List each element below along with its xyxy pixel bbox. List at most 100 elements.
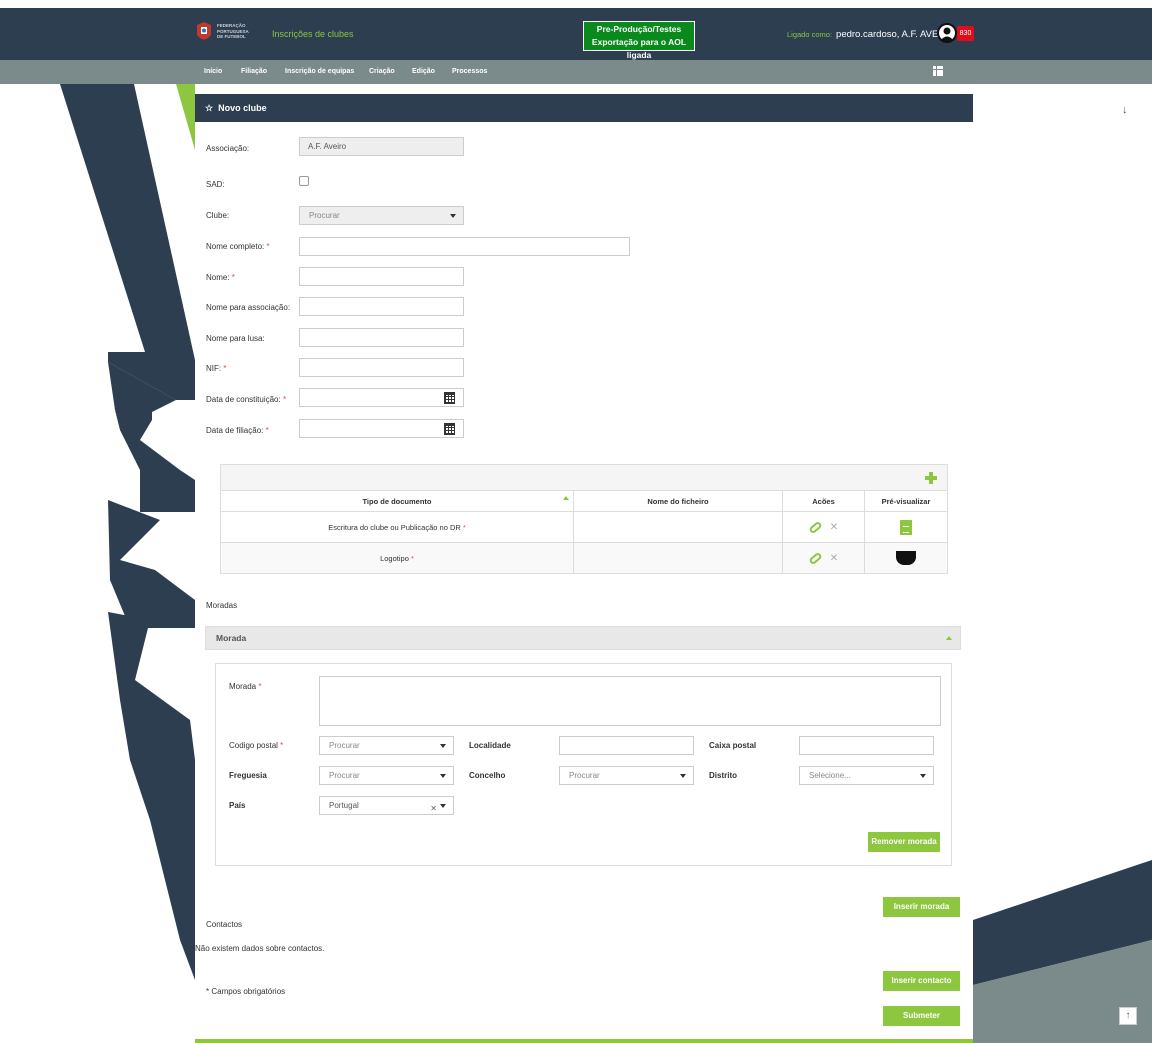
form-title: Novo clube — [218, 103, 267, 113]
attach-paperclip-icon[interactable] — [808, 520, 823, 534]
concelho-placeholder: Procurar — [569, 771, 600, 780]
sort-asc-icon[interactable] — [563, 496, 569, 500]
scroll-top-arrow-icon[interactable]: ↑ — [1119, 1007, 1137, 1025]
nif-input[interactable] — [299, 358, 464, 377]
morada-textarea[interactable] — [319, 676, 941, 726]
table-row: Logotipo * ✕ — [221, 543, 947, 573]
form-header: ☆ Novo clube — [195, 94, 973, 122]
clear-x-icon[interactable]: ✕ — [430, 800, 437, 817]
env-line-2: Exportação para o AOL ligada — [591, 37, 687, 60]
logo-thumbnail[interactable] — [896, 551, 916, 565]
nome-associacao-label: Nome para associação: — [206, 303, 291, 312]
doc-actions-cell: ✕ — [783, 512, 865, 542]
nome-label: Nome: * — [206, 273, 235, 282]
scroll-down-arrow-icon[interactable]: ↓ — [1122, 104, 1128, 116]
nome-input[interactable] — [299, 267, 464, 286]
chevron-down-icon — [440, 804, 446, 808]
nome-completo-label: Nome completo: * — [206, 242, 270, 251]
nav-item-filiacao[interactable]: Filiação — [241, 68, 267, 75]
nav-item-criacao[interactable]: Criação — [369, 68, 395, 75]
clube-select[interactable]: Procurar — [299, 206, 464, 225]
concelho-select[interactable]: Procurar — [559, 766, 694, 785]
localidade-label: Localidade — [469, 741, 511, 750]
morada-panel-header[interactable]: Morada — [205, 626, 961, 650]
data-constituicao-label: Data de constituição: * — [206, 395, 287, 404]
clube-placeholder: Procurar — [309, 211, 340, 220]
remover-morada-button[interactable]: Remover morada — [868, 832, 940, 852]
nome-lusa-label: Nome para lusa: — [206, 334, 265, 343]
documents-toolbar — [221, 465, 947, 491]
doc-type-cell: Escritura do clube ou Publicação no DR * — [221, 512, 574, 542]
sad-label: SAD: — [206, 180, 225, 189]
localidade-input[interactable] — [559, 736, 694, 755]
apps-grid-icon[interactable] — [933, 66, 943, 76]
codigo-postal-label: Codigo postal * — [229, 741, 284, 750]
codigo-postal-placeholder: Procurar — [329, 741, 360, 750]
main-nav: Início Filiação Inscrição de equipas Cri… — [0, 60, 1152, 84]
org-name: FEDERAÇÃO PORTUGUESA DE FUTEBOL — [217, 23, 249, 39]
chevron-down-icon — [440, 774, 446, 778]
doc-actions-cell: ✕ — [783, 543, 865, 573]
chevron-up-icon[interactable] — [946, 636, 952, 640]
col-header-acoes[interactable]: Acões — [783, 491, 865, 511]
chevron-down-icon — [450, 214, 456, 218]
doc-preview-cell — [865, 512, 947, 542]
required-fields-note: * Campos obrigatórios — [206, 987, 286, 996]
col-header-tipo[interactable]: Tipo de documento — [221, 491, 574, 511]
star-icon: ☆ — [205, 103, 214, 113]
login-label: Ligado como: — [787, 30, 833, 39]
nav-item-processos[interactable]: Processos — [452, 68, 487, 75]
nome-associacao-input[interactable] — [299, 297, 464, 316]
submit-button[interactable]: Submeter — [883, 1006, 960, 1026]
calendar-icon[interactable] — [444, 423, 455, 435]
caixa-postal-input[interactable] — [799, 736, 934, 755]
distrito-select[interactable]: Selecione... — [799, 766, 934, 785]
inserir-contacto-button[interactable]: Inserir contacto — [883, 971, 960, 991]
pais-value: Portugal — [329, 801, 359, 810]
card-footer-bar — [195, 1039, 973, 1043]
add-document-plus-icon[interactable] — [925, 472, 937, 484]
remove-x-icon[interactable]: ✕ — [830, 522, 838, 533]
inserir-morada-button[interactable]: Inserir morada — [883, 897, 960, 917]
app-title[interactable]: Inscrições de clubes — [272, 29, 354, 39]
chevron-down-icon — [920, 774, 926, 778]
sad-checkbox[interactable] — [299, 176, 309, 186]
attach-paperclip-icon[interactable] — [808, 551, 823, 565]
distrito-placeholder: Selecione... — [809, 771, 851, 780]
caixa-postal-label: Caixa postal — [709, 741, 757, 750]
nif-label: NIF: * — [206, 364, 227, 373]
col-header-ficheiro[interactable]: Nome do ficheiro — [574, 491, 783, 511]
freguesia-placeholder: Procurar — [329, 771, 360, 780]
new-club-form: ☆ Novo clube Associação: A.F. Aveiro SAD:… — [195, 94, 973, 1043]
nav-item-inscricao-equipas[interactable]: Inscrição de equipas — [285, 68, 354, 75]
moradas-title: Moradas — [206, 601, 238, 610]
remove-x-icon[interactable]: ✕ — [830, 553, 838, 564]
environment-badge: Pre-Produção/Testes Exportação para o AO… — [583, 21, 695, 60]
doc-preview-cell — [865, 543, 947, 573]
calendar-icon[interactable] — [444, 392, 455, 404]
contactos-empty-text: Não existem dados sobre contactos. — [195, 944, 325, 953]
associacao-field: A.F. Aveiro — [299, 137, 464, 156]
doc-type-cell: Logotipo * — [221, 543, 574, 573]
pais-select[interactable]: Portugal ✕ — [319, 796, 454, 815]
data-constituicao-input[interactable] — [299, 388, 464, 407]
table-header-row: Tipo de documento Nome do ficheiro Acões… — [221, 491, 947, 512]
user-avatar-icon[interactable] — [937, 23, 957, 43]
nome-completo-input[interactable] — [299, 237, 630, 256]
nav-item-inicio[interactable]: Início — [204, 68, 222, 75]
freguesia-label: Freguesia — [229, 771, 267, 780]
table-row: Escritura do clube ou Publicação no DR *… — [221, 512, 947, 543]
notification-badge[interactable]: 830 — [957, 26, 974, 41]
morada-panel: Morada * Codigo postal * Procurar Locali… — [215, 663, 952, 866]
top-header: FEDERAÇÃO PORTUGUESA DE FUTEBOL Inscriçõ… — [0, 8, 1152, 60]
document-file-icon[interactable] — [900, 519, 912, 535]
nav-item-edicao[interactable]: Edição — [412, 68, 435, 75]
codigo-postal-select[interactable]: Procurar — [319, 736, 454, 755]
fpf-logo[interactable] — [196, 21, 212, 45]
documents-table: Tipo de documento Nome do ficheiro Acões… — [220, 464, 948, 574]
data-filiacao-input[interactable] — [299, 419, 464, 438]
col-header-preview[interactable]: Pré-visualizar — [865, 491, 947, 511]
env-line-1: Pre-Produção/Testes — [596, 24, 682, 34]
nome-lusa-input[interactable] — [299, 328, 464, 347]
freguesia-select[interactable]: Procurar — [319, 766, 454, 785]
